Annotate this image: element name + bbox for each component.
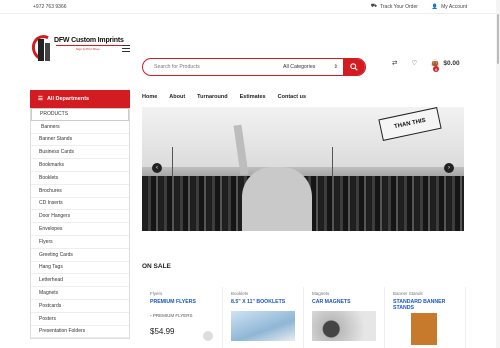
department-item[interactable]: PRODUCTS bbox=[31, 108, 129, 121]
add-to-cart-button[interactable] bbox=[203, 331, 213, 341]
page-scrollbar[interactable] bbox=[496, 0, 500, 348]
product-category[interactable]: Magnets bbox=[312, 291, 376, 296]
product-card[interactable]: Booklets 8.5" X 11" BOOKLETS bbox=[223, 287, 304, 348]
track-order-link[interactable]: ⛟ Track Your Order bbox=[371, 3, 418, 10]
department-item[interactable]: Magnets bbox=[31, 287, 129, 300]
nav-about[interactable]: About bbox=[169, 94, 185, 100]
department-item[interactable]: Bookmarks bbox=[31, 159, 129, 172]
product-name[interactable]: PREMIUM FLYERS bbox=[150, 299, 214, 305]
truck-icon: ⛟ bbox=[370, 3, 378, 9]
site-logo[interactable]: DFW Custom Imprints Sign & Print Shop bbox=[28, 31, 124, 65]
my-account-link[interactable]: 👤 My Account bbox=[432, 3, 467, 10]
logo-text: DFW Custom Imprints bbox=[54, 37, 124, 44]
all-departments-button[interactable]: ☰ All Departments bbox=[30, 90, 130, 108]
department-item[interactable]: Envelopes bbox=[31, 223, 129, 236]
main-nav: Home About Turnaround Estimates Contact … bbox=[142, 94, 306, 100]
cart-total: $0.00 bbox=[443, 59, 460, 67]
logo-building bbox=[38, 39, 44, 61]
updown-icon: ⇕ bbox=[333, 64, 338, 70]
nav-estimates[interactable]: Estimates bbox=[240, 94, 266, 100]
logo-building-2 bbox=[45, 43, 50, 61]
department-item[interactable]: Hang Tags bbox=[31, 262, 129, 275]
department-list: PRODUCTS Banners Banner Stands Business … bbox=[30, 108, 130, 340]
product-card[interactable]: Flyers PREMIUM FLYERS ▫ PREMIUM FLYERS $… bbox=[142, 287, 223, 348]
compare-icon[interactable]: ⇄ bbox=[392, 59, 397, 67]
department-item[interactable]: Postcards bbox=[31, 300, 129, 313]
section-title: ON SALE bbox=[142, 263, 171, 270]
department-item[interactable]: Greeting Cards bbox=[31, 249, 129, 262]
product-name[interactable]: STANDARD BANNER STANDS bbox=[393, 299, 457, 311]
product-category[interactable]: Flyers bbox=[150, 291, 214, 296]
wishlist-icon[interactable]: ♡ bbox=[411, 59, 417, 67]
search-input[interactable]: Search for Products bbox=[143, 64, 283, 70]
department-item[interactable]: Presentation Folders bbox=[31, 326, 129, 339]
department-item[interactable]: CD Inserts bbox=[31, 198, 129, 211]
slider-prev-arrow[interactable]: ‹ bbox=[152, 163, 162, 173]
list-icon: ☰ bbox=[38, 96, 43, 102]
product-name[interactable]: 8.5" X 11" BOOKLETS bbox=[231, 299, 295, 305]
search-icon bbox=[350, 63, 358, 71]
cart-button[interactable]: 👜 0 $0.00 bbox=[431, 59, 460, 72]
product-row: Flyers PREMIUM FLYERS ▫ PREMIUM FLYERS $… bbox=[142, 287, 466, 348]
department-item[interactable]: Door Hangers bbox=[31, 210, 129, 224]
department-item[interactable]: Flyers bbox=[31, 236, 129, 249]
logo-divider bbox=[56, 45, 122, 46]
department-item[interactable]: Posters bbox=[31, 313, 129, 326]
search-button[interactable] bbox=[343, 59, 365, 75]
product-card[interactable]: Banner Stands STANDARD BANNER STANDS bbox=[385, 287, 466, 348]
department-item[interactable]: Banner Stands bbox=[31, 134, 129, 147]
menu-icon[interactable] bbox=[122, 45, 130, 54]
nav-home[interactable]: Home bbox=[142, 94, 157, 100]
header: DFW Custom Imprints Sign & Print Shop Se… bbox=[0, 14, 500, 84]
hero-banner: THAN THIS ‹ › bbox=[142, 107, 464, 231]
nav-contact[interactable]: Contact us bbox=[278, 94, 306, 100]
departments-sidebar: ☰ All Departments PRODUCTS Banners Banner… bbox=[30, 90, 130, 340]
product-image-placeholder[interactable]: ▫ PREMIUM FLYERS bbox=[150, 313, 214, 325]
top-bar: +972 763 9366 ⛟ Track Your Order 👤 My Acco… bbox=[0, 0, 500, 14]
department-item[interactable]: Booklets bbox=[31, 172, 129, 185]
phone-number: +972 763 9366 bbox=[33, 3, 67, 10]
user-icon: 👤 bbox=[431, 3, 439, 10]
product-card[interactable]: Magnets CAR MAGNETS bbox=[304, 287, 385, 348]
nav-turnaround[interactable]: Turnaround bbox=[197, 94, 227, 100]
cart-count-badge: 0 bbox=[433, 66, 440, 72]
department-item[interactable]: Business Cards bbox=[31, 146, 129, 160]
hero-person bbox=[242, 167, 312, 231]
department-item[interactable]: Banners bbox=[31, 121, 129, 134]
slider-next-arrow[interactable]: › bbox=[444, 163, 454, 173]
product-category[interactable]: Booklets bbox=[231, 291, 295, 296]
logo-tagline: Sign & Print Shop bbox=[76, 47, 100, 51]
department-item[interactable]: Letterhead bbox=[31, 274, 129, 288]
product-name[interactable]: CAR MAGNETS bbox=[312, 299, 376, 305]
department-item[interactable]: Brochures bbox=[31, 185, 129, 198]
product-image[interactable] bbox=[312, 311, 376, 342]
product-image[interactable] bbox=[393, 313, 457, 346]
category-select[interactable]: All Categories ⇕ bbox=[283, 64, 343, 70]
product-category[interactable]: Banner Stands bbox=[393, 291, 457, 296]
product-image[interactable] bbox=[231, 311, 295, 342]
search-bar: Search for Products All Categories ⇕ bbox=[142, 58, 366, 76]
